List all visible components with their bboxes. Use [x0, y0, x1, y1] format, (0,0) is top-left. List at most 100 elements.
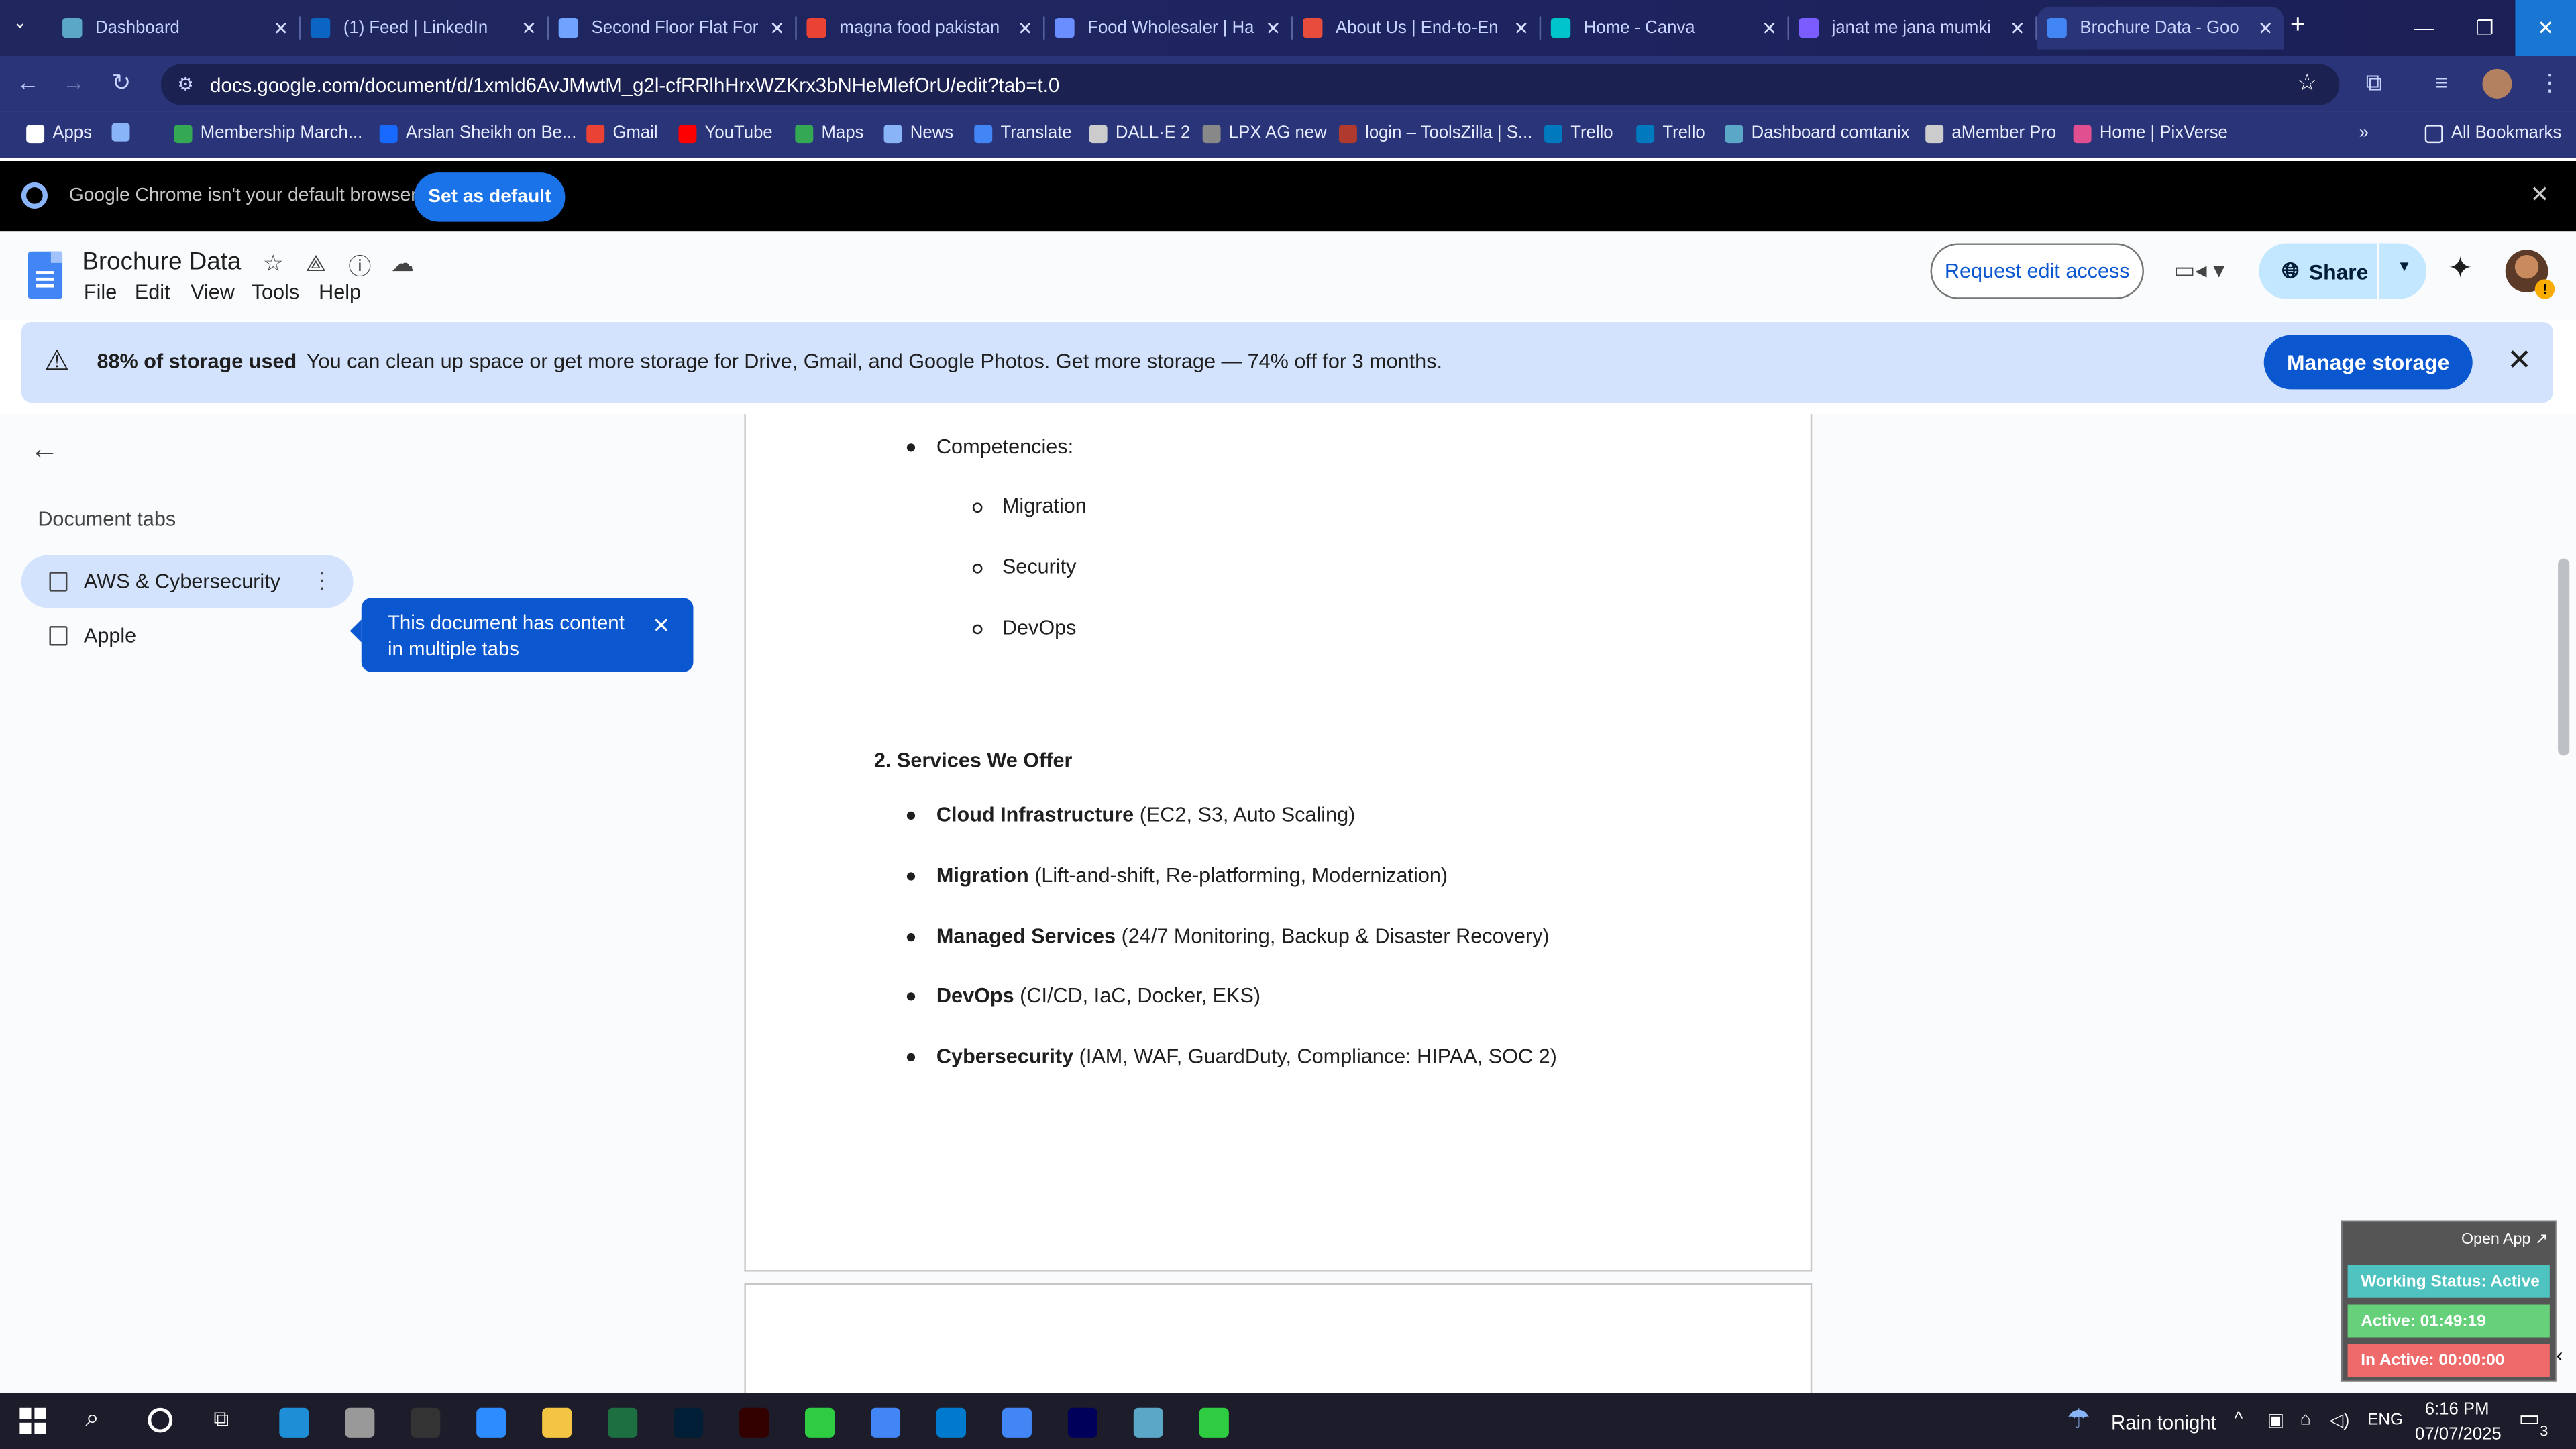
- document-page[interactable]: [744, 414, 1813, 1272]
- clock-date[interactable]: 07/07/2025: [2415, 1424, 2502, 1444]
- browser-tab[interactable]: Food Wholesaler | Ha ✕: [1045, 7, 1291, 50]
- illustrator-icon[interactable]: [739, 1407, 769, 1438]
- bookmark-item[interactable]: Arslan Sheikh on Be...: [379, 123, 576, 143]
- close-icon[interactable]: ✕: [2507, 343, 2532, 378]
- browser-tab[interactable]: Home - Canva ✕: [1541, 7, 1787, 50]
- close-tab-icon[interactable]: ✕: [517, 17, 540, 38]
- bookmark-star-icon[interactable]: ☆: [2297, 69, 2318, 97]
- open-app-link[interactable]: Open App ↗: [2461, 1230, 2548, 1248]
- menu-file[interactable]: File: [84, 281, 117, 304]
- service-item[interactable]: Cybersecurity (IAM, WAF, GuardDuty, Comp…: [936, 1045, 1557, 1068]
- language-indicator[interactable]: ENG: [2367, 1411, 2403, 1430]
- browser-tab[interactable]: Second Floor Flat For ✕: [549, 7, 795, 50]
- competencies-label[interactable]: Competencies:: [936, 435, 1073, 458]
- bookmark-item[interactable]: Trello: [1544, 123, 1613, 143]
- zoom-icon[interactable]: [476, 1407, 506, 1438]
- reading-list-icon[interactable]: ≡: [2434, 69, 2448, 95]
- service-item[interactable]: DevOps (CI/CD, IaC, Docker, EKS): [936, 985, 1260, 1008]
- premiere-icon[interactable]: [1067, 1407, 1097, 1438]
- sub-item[interactable]: Security: [1002, 555, 1077, 578]
- windows-start-icon[interactable]: [19, 1407, 46, 1434]
- clock-time[interactable]: 6:16 PM: [2425, 1400, 2489, 1419]
- close-tab-icon[interactable]: ✕: [270, 17, 292, 38]
- app-diamond-icon[interactable]: [1133, 1407, 1163, 1438]
- tab-options-icon[interactable]: ⋮: [311, 567, 333, 595]
- menu-view[interactable]: View: [191, 281, 235, 304]
- request-edit-access-button[interactable]: Request edit access: [1930, 243, 2144, 299]
- bookmark-item[interactable]: Apps: [26, 123, 92, 143]
- photoshop-icon[interactable]: [674, 1407, 704, 1438]
- close-icon[interactable]: ✕: [652, 612, 670, 639]
- site-info-icon[interactable]: ⚙: [177, 74, 193, 95]
- close-tab-icon[interactable]: ✕: [1758, 17, 1780, 38]
- chevron-down-icon[interactable]: ▼: [2397, 258, 2412, 274]
- close-tab-icon[interactable]: ✕: [1262, 17, 1285, 38]
- document-title[interactable]: Brochure Data: [82, 248, 241, 276]
- browser-tab[interactable]: Dashboard ✕: [52, 7, 299, 50]
- manage-storage-button[interactable]: Manage storage: [2263, 335, 2473, 390]
- pen-icon[interactable]: [345, 1407, 375, 1438]
- bookmark-item[interactable]: LPX AG new: [1202, 123, 1327, 143]
- back-arrow-icon[interactable]: ←: [30, 432, 59, 466]
- browser-tab[interactable]: janat me jana mumki ✕: [1789, 7, 2035, 50]
- weather-icon[interactable]: ☂: [2067, 1403, 2090, 1436]
- info-icon[interactable]: ⓘ: [348, 250, 371, 282]
- wifi-icon[interactable]: ⌂: [2300, 1409, 2311, 1429]
- service-item[interactable]: Migration (Lift-and-shift, Re-platformin…: [936, 864, 1448, 887]
- search-icon[interactable]: ⌕: [85, 1405, 99, 1433]
- bookmark-item[interactable]: YouTube: [678, 123, 773, 143]
- share-button[interactable]: 🌐︎ Share ▼: [2259, 243, 2427, 299]
- account-avatar[interactable]: !: [2505, 250, 2555, 299]
- chrome-icon[interactable]: [870, 1407, 901, 1438]
- terminal-icon[interactable]: [411, 1407, 441, 1438]
- back-icon[interactable]: ←: [16, 69, 39, 95]
- excel-icon[interactable]: [608, 1407, 638, 1438]
- bookmark-item[interactable]: aMember Pro: [1925, 123, 2056, 143]
- volume-icon[interactable]: ◁): [2330, 1409, 2350, 1431]
- docs-logo-icon[interactable]: [28, 251, 63, 299]
- browser-tab[interactable]: About Us | End-to-En ✕: [1293, 7, 1539, 50]
- app-green2-icon[interactable]: [1199, 1407, 1229, 1438]
- cortana-icon[interactable]: [148, 1407, 173, 1433]
- menu-edit[interactable]: Edit: [135, 281, 170, 304]
- reload-icon[interactable]: ↻: [112, 69, 131, 97]
- service-item[interactable]: Cloud Infrastructure (EC2, S3, Auto Scal…: [936, 804, 1355, 826]
- task-view-icon[interactable]: ⧉: [213, 1406, 229, 1432]
- close-tab-icon[interactable]: ✕: [2254, 17, 2277, 38]
- bookmark-item[interactable]: News: [883, 123, 953, 143]
- address-bar[interactable]: ⚙ docs.google.com/document/d/1xmld6AvJMw…: [161, 64, 2340, 105]
- close-tab-icon[interactable]: ✕: [1014, 17, 1036, 38]
- restore-button[interactable]: ❐: [2455, 0, 2516, 56]
- close-tab-icon[interactable]: ✕: [1510, 17, 1533, 38]
- profile-avatar[interactable]: [2482, 68, 2512, 99]
- gemini-sparkle-icon[interactable]: ✦: [2448, 252, 2473, 286]
- new-tab-button[interactable]: +: [2290, 11, 2306, 41]
- all-bookmarks[interactable]: All Bookmarks: [2424, 123, 2561, 143]
- bookmark-item[interactable]: Gmail: [586, 123, 658, 143]
- bookmark-item[interactable]: [111, 123, 138, 142]
- tab-apple[interactable]: Apple: [49, 625, 136, 647]
- weather-text[interactable]: Rain tonight: [2111, 1411, 2216, 1434]
- set-as-default-button[interactable]: Set as default: [414, 172, 566, 222]
- app-green-icon[interactable]: [805, 1407, 835, 1438]
- sub-item[interactable]: DevOps: [1002, 616, 1077, 639]
- menu-help[interactable]: Help: [319, 281, 361, 304]
- file-explorer-icon[interactable]: [542, 1407, 572, 1438]
- menu-tools[interactable]: Tools: [252, 281, 299, 304]
- bookmark-item[interactable]: Maps: [795, 123, 863, 143]
- browser-tab[interactable]: magna food pakistan ✕: [797, 7, 1043, 50]
- menu-kebab-icon[interactable]: ⋮: [2538, 69, 2561, 97]
- close-tab-icon[interactable]: ✕: [765, 17, 788, 38]
- close-tab-icon[interactable]: ✕: [2006, 17, 2029, 38]
- bookmark-item[interactable]: login – ToolsZilla | S...: [1338, 123, 1532, 143]
- bookmark-item[interactable]: Dashboard comtanix: [1725, 123, 1910, 143]
- close-window-button[interactable]: ✕: [2515, 0, 2576, 56]
- bookmark-item[interactable]: Translate: [974, 123, 1072, 143]
- network-icon[interactable]: ▣: [2267, 1409, 2284, 1431]
- notifications-icon[interactable]: ▭: [2518, 1405, 2540, 1433]
- edge-icon[interactable]: [279, 1407, 309, 1438]
- browser-tab[interactable]: Brochure Data - Goo ✕: [2037, 6, 2284, 50]
- forward-icon[interactable]: →: [62, 69, 85, 95]
- service-item[interactable]: Managed Services (24/7 Monitoring, Backu…: [936, 924, 1550, 947]
- bookmark-item[interactable]: Home | PixVerse: [2073, 123, 2228, 143]
